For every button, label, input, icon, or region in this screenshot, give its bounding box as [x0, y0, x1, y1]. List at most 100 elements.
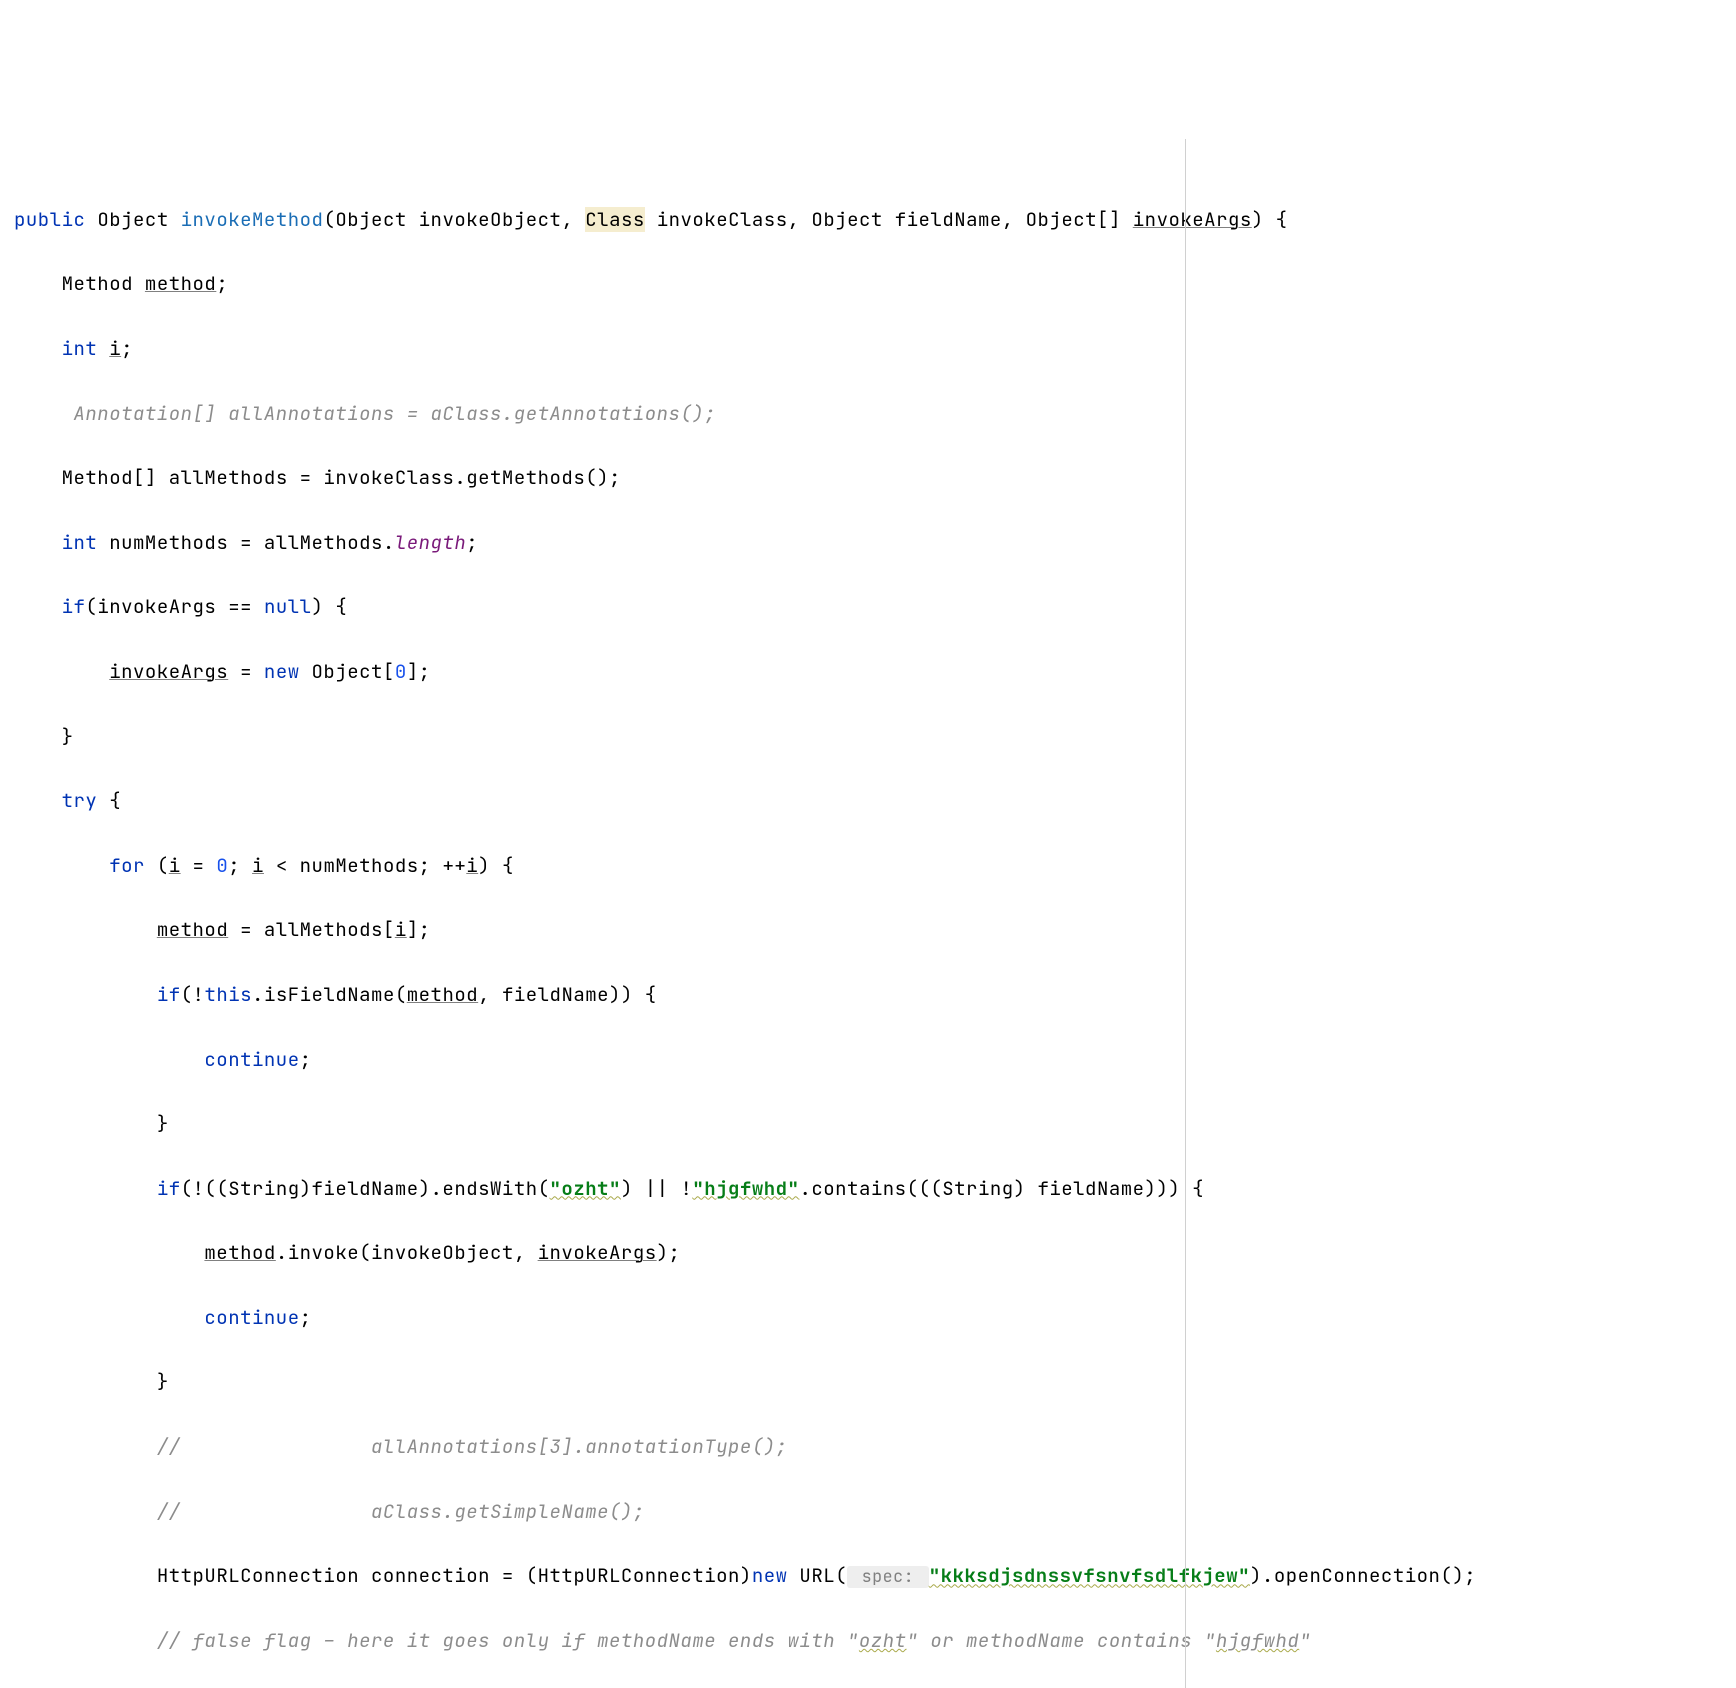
- code-line[interactable]: }: [0, 1108, 1736, 1140]
- logical-or: ) || !: [621, 1176, 692, 1201]
- code-line[interactable]: method.invoke(invokeObject, invokeArgs);: [0, 1237, 1736, 1269]
- assign-op: =: [181, 853, 217, 878]
- code-line[interactable]: int i;: [0, 333, 1736, 365]
- keyword-int: int: [62, 336, 98, 361]
- code-line[interactable]: Method method;: [0, 268, 1736, 300]
- code-line[interactable]: for (i = 0; i < numMethods; ++i) {: [0, 850, 1736, 882]
- method-chain: ).openConnection();: [1250, 1563, 1476, 1588]
- signature-close: ) {: [1252, 207, 1288, 232]
- code-line[interactable]: Annotation[] allAnnotations = aClass.get…: [0, 398, 1736, 430]
- var-i: i: [109, 336, 121, 361]
- keyword-this: this: [204, 982, 252, 1007]
- type-url: URL(: [788, 1563, 848, 1588]
- string-literal-hjgfwhd: "hjgfwhd": [692, 1176, 799, 1201]
- condition-expr: (!((String)fieldName).endsWith(: [181, 1176, 550, 1201]
- code-line[interactable]: continue;: [0, 1302, 1736, 1334]
- code-line[interactable]: continue;: [0, 1044, 1736, 1076]
- paren-open: (!: [181, 982, 205, 1007]
- var-method: method: [407, 982, 478, 1007]
- code-line[interactable]: }: [0, 721, 1736, 753]
- code-line[interactable]: if(invokeArgs == null) {: [0, 591, 1736, 623]
- var-numMethods: numMethods: [109, 530, 228, 555]
- brace-close: }: [157, 1111, 169, 1136]
- semicolon: ;: [300, 1047, 312, 1072]
- brace-close: }: [157, 1369, 169, 1394]
- var-i: i: [395, 917, 407, 942]
- right-margin-guide: [1185, 139, 1186, 1688]
- brace-close: }: [62, 724, 74, 749]
- code-line[interactable]: Method[] allMethods = invokeClass.getMet…: [0, 462, 1736, 494]
- close-bracket: ];: [407, 659, 431, 684]
- method-call: .isFieldName(: [252, 982, 407, 1007]
- var-method: method: [145, 271, 216, 296]
- method-name-invokeMethod: invokeMethod: [181, 207, 324, 232]
- keyword-for: for: [109, 853, 145, 878]
- assignment: = allMethods.: [228, 530, 395, 555]
- params-close: , fieldName)) {: [478, 982, 657, 1007]
- keyword-if: if: [62, 594, 86, 619]
- var-i: i: [169, 853, 181, 878]
- code-line[interactable]: // allAnnotations[3].annotationType();: [0, 1431, 1736, 1463]
- var-i: i: [466, 853, 478, 878]
- code-line[interactable]: invokeArgs = new Object[0];: [0, 656, 1736, 688]
- field-length: length: [395, 530, 466, 555]
- var-method: method: [157, 917, 228, 942]
- code-line[interactable]: method = allMethods[i];: [0, 914, 1736, 946]
- comment-annotation-type: // allAnnotations[3].annotationType();: [157, 1434, 788, 1459]
- paren-close: );: [657, 1240, 681, 1265]
- close-bracket: ];: [407, 917, 431, 942]
- code-line[interactable]: int numMethods = allMethods.length;: [0, 527, 1736, 559]
- type-object: Object[: [300, 659, 395, 684]
- type-object: Object: [811, 207, 882, 232]
- condition-expr: (invokeArgs ==: [85, 594, 264, 619]
- code-line[interactable]: }: [0, 1366, 1736, 1398]
- comment-annotations: Annotation[] allAnnotations = aClass.get…: [62, 401, 717, 426]
- type-object: Object: [335, 207, 406, 232]
- var-method: method: [204, 1240, 275, 1265]
- parameter-hint-spec: spec:: [847, 1566, 929, 1588]
- type-method-array: Method[]: [62, 465, 157, 490]
- condition: < numMethods; ++: [264, 853, 466, 878]
- assignment: = allMethods[: [228, 917, 395, 942]
- code-line[interactable]: if(!this.isFieldName(method, fieldName))…: [0, 979, 1736, 1011]
- string-literal-url: "kkksdjsdnssvfsnvfsdlfkjew": [929, 1563, 1250, 1588]
- keyword-null: null: [264, 594, 312, 619]
- semicolon: ;: [121, 336, 133, 361]
- var-invokeArgs: invokeArgs: [538, 1240, 657, 1265]
- type-method: Method: [62, 271, 133, 296]
- semicolon: ;: [300, 1305, 312, 1330]
- keyword-if: if: [157, 1176, 181, 1201]
- var-i: i: [252, 853, 264, 878]
- type-class-highlighted: Class: [585, 207, 645, 232]
- type-object-array: Object[]: [1026, 207, 1121, 232]
- assign-op: =: [228, 659, 264, 684]
- comment-simple-name: // aClass.getSimpleName();: [157, 1499, 645, 1524]
- type-object: Object: [97, 207, 168, 232]
- paren-open: (: [145, 853, 169, 878]
- keyword-continue: continue: [204, 1305, 299, 1330]
- number-literal: 0: [395, 659, 407, 684]
- code-editor[interactable]: public Object invokeMethod(Object invoke…: [0, 139, 1736, 1688]
- code-line[interactable]: // false flag – here it goes only if met…: [0, 1625, 1736, 1657]
- brace-open: {: [97, 788, 121, 813]
- method-call: .invoke(invokeObject,: [276, 1240, 538, 1265]
- code-line[interactable]: try {: [0, 785, 1736, 817]
- param-invokeObject: invokeObject: [419, 207, 562, 232]
- assignment: = invokeClass.getMethods();: [288, 465, 621, 490]
- declaration: HttpURLConnection connection = (HttpURLC…: [157, 1563, 752, 1588]
- semicolon: ;: [466, 530, 478, 555]
- semicolons: ;: [228, 853, 252, 878]
- keyword-try: try: [62, 788, 98, 813]
- paren-close: ) {: [478, 853, 514, 878]
- keyword-new: new: [752, 1563, 788, 1588]
- string-literal-ozht: "ozht": [550, 1176, 621, 1201]
- condition-close: .contains(((String) fieldName))) {: [799, 1176, 1204, 1201]
- semicolon: ;: [216, 271, 228, 296]
- code-line[interactable]: public Object invokeMethod(Object invoke…: [0, 204, 1736, 236]
- keyword-if: if: [157, 982, 181, 1007]
- code-line[interactable]: if(!((String)fieldName).endsWith("ozht")…: [0, 1173, 1736, 1205]
- code-line[interactable]: HttpURLConnection connection = (HttpURLC…: [0, 1560, 1736, 1592]
- param-fieldName: fieldName: [895, 207, 1002, 232]
- param-invokeClass: invokeClass: [657, 207, 788, 232]
- code-line[interactable]: // aClass.getSimpleName();: [0, 1496, 1736, 1528]
